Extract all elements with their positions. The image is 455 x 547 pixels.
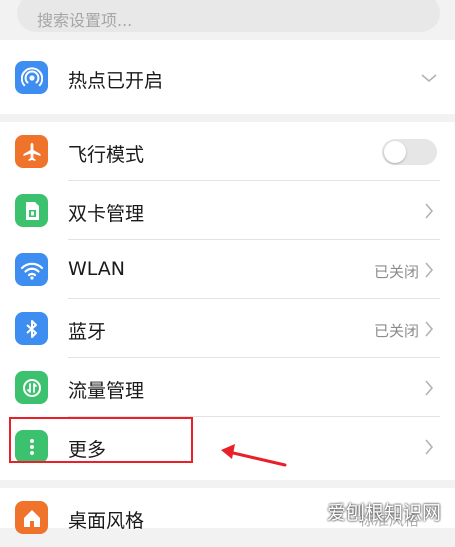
data-usage-icon [15,371,48,404]
annotation-arrow-icon [221,444,287,467]
hotspot-label: 热点已开启 [68,70,164,92]
wlan-label: WLAN [68,258,126,280]
wifi-icon [15,253,48,286]
desktop-style-label: 桌面风格 [68,510,145,532]
airplane-mode-row[interactable]: 飞行模式 [0,122,455,181]
dual-sim-row[interactable]: 双卡管理 [0,181,455,240]
wlan-status: 已关闭 [373,263,419,281]
bluetooth-status: 已关闭 [373,322,419,340]
search-input[interactable]: 搜索设置项... [17,0,440,32]
chevron-right-icon [420,379,438,401]
bluetooth-label: 蓝牙 [68,321,107,343]
wlan-row[interactable]: WLAN 已关闭 [0,240,455,299]
sim-card-icon [15,194,48,227]
bluetooth-row[interactable]: 蓝牙 已关闭 [0,299,455,358]
bluetooth-icon [15,312,48,345]
chevron-right-icon [420,202,438,224]
data-usage-row[interactable]: 流量管理 [0,358,455,417]
airplane-mode-toggle[interactable] [382,139,437,165]
dual-sim-label: 双卡管理 [68,203,145,225]
airplane-icon [15,135,48,168]
airplane-mode-label: 飞行模式 [68,144,145,166]
hotspot-card: 热点已开启 [0,40,455,114]
chevron-right-icon [420,320,438,342]
hotspot-row[interactable]: 热点已开启 [0,48,455,107]
home-screen-icon [15,501,48,534]
search-placeholder: 搜索设置项... [37,11,133,30]
toggle-knob [384,141,406,163]
chevron-right-icon [420,261,438,283]
hotspot-icon [15,61,48,94]
annotation-highlight-box [9,417,193,463]
data-usage-label: 流量管理 [68,380,145,402]
chevron-down-icon[interactable] [420,69,438,91]
chevron-right-icon [420,438,438,460]
watermark: 爱刨根知识网 [326,502,441,524]
